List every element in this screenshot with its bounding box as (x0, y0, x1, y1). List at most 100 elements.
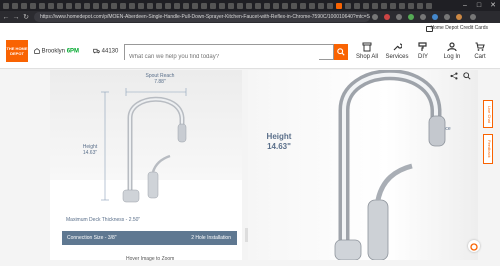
spout-reach-dimension: Spout Reach 7.88" (140, 73, 180, 85)
extension-icon[interactable] (396, 14, 402, 20)
tab-favicon[interactable] (111, 2, 117, 9)
tab-favicon[interactable] (21, 2, 27, 9)
credit-cards-link[interactable]: Home Depot Credit Cards (430, 25, 488, 31)
menu-icon[interactable] (470, 14, 476, 20)
extension-icon[interactable] (420, 14, 426, 20)
tab-favicon[interactable] (192, 2, 198, 9)
extension-icon[interactable] (372, 14, 378, 20)
shop-all-icon (362, 42, 372, 52)
nav-shop-all[interactable]: Shop All (352, 42, 382, 60)
tab-favicon[interactable] (237, 2, 243, 9)
tab-favicon[interactable] (417, 2, 423, 9)
tab-favicon[interactable] (282, 2, 288, 9)
search-box (124, 44, 334, 63)
share-icon[interactable] (450, 72, 458, 80)
tab-favicon[interactable] (129, 2, 135, 9)
tab-favicon[interactable] (120, 2, 126, 9)
tab-favicon[interactable] (201, 2, 207, 9)
tab-favicon[interactable] (183, 2, 189, 9)
tab-favicon[interactable] (75, 2, 81, 9)
help-button[interactable] (468, 240, 480, 252)
live-chat-tab[interactable]: Live Chat (483, 100, 493, 128)
tab-favicon[interactable] (165, 2, 171, 9)
tab-favicon[interactable] (66, 2, 72, 9)
tab-favicon[interactable] (246, 2, 252, 9)
nav-label: DIY (417, 54, 428, 60)
tab-favicon[interactable] (39, 2, 45, 9)
tab-favicon[interactable] (273, 2, 279, 9)
tab-favicon[interactable] (138, 2, 144, 9)
tab-favicon[interactable] (219, 2, 225, 9)
home-depot-logo[interactable]: THE HOME DEPOT (6, 40, 28, 62)
zoom-hint: Hover Image to Zoom (126, 256, 175, 262)
tab-favicon[interactable] (147, 2, 153, 9)
tab-favicon[interactable] (399, 2, 405, 9)
tab-favicon[interactable] (345, 2, 351, 9)
tab-favicon[interactable] (3, 2, 9, 9)
spec-bar: Connection Size - 3/8" 2 Hole Installati… (62, 231, 237, 245)
tab-favicon[interactable] (174, 2, 180, 9)
tab-favicon[interactable] (390, 2, 396, 9)
tab-favicon[interactable] (12, 2, 18, 9)
tab-favicon[interactable] (408, 2, 414, 9)
utility-bar: Home Depot Credit Cards (0, 23, 500, 35)
nav-log-in[interactable]: Log In (437, 42, 467, 60)
tab-favicon[interactable] (210, 2, 216, 9)
tab-favicon[interactable] (84, 2, 90, 9)
main-product-image[interactable]: Height 14.63" ce (248, 70, 478, 260)
paint-roller-icon (418, 42, 427, 51)
forward-icon[interactable]: → (12, 14, 20, 21)
nav-label: Log In (443, 54, 461, 60)
search-input[interactable] (125, 51, 319, 63)
extension-icon[interactable] (408, 14, 414, 20)
tab-favicon[interactable] (426, 2, 432, 9)
tab-favicon[interactable] (381, 2, 387, 9)
store-selector[interactable]: Brooklyn 6PM (34, 48, 79, 55)
tab-favicon[interactable] (264, 2, 270, 9)
tab-favicon[interactable] (156, 2, 162, 9)
tab-favicon[interactable] (48, 2, 54, 9)
nav-diy[interactable]: DIY (408, 42, 438, 60)
height-value: 14.63" (82, 150, 98, 156)
address-bar[interactable]: https://www.homedepot.com/p/MOEN-Aberdee… (34, 12, 370, 22)
nav-label: Cart (474, 54, 486, 60)
extension-icon[interactable] (384, 14, 390, 20)
truck-icon (93, 48, 100, 54)
tab-favicon[interactable] (372, 2, 378, 9)
nav-label: Shop All (355, 54, 379, 60)
zoom-icon[interactable] (463, 72, 471, 80)
tab-favicon[interactable] (102, 2, 108, 9)
tab-favicon[interactable] (363, 2, 369, 9)
profile-icon[interactable] (456, 14, 462, 20)
tab-favicon[interactable] (318, 2, 324, 9)
store-name: Brooklyn (41, 48, 66, 55)
tab-favicon[interactable] (327, 2, 333, 9)
tab-favicon[interactable] (228, 2, 234, 9)
tab-favicon[interactable] (309, 2, 315, 9)
extension-icon[interactable] (444, 14, 450, 20)
tab-favicon[interactable] (57, 2, 63, 9)
tab-favicon[interactable] (291, 2, 297, 9)
tab-favicon[interactable] (30, 2, 36, 9)
tab-favicon[interactable] (300, 2, 306, 9)
extension-icon[interactable] (432, 14, 438, 20)
back-icon[interactable]: ← (2, 14, 10, 21)
height-label: Height (266, 132, 292, 141)
tab-favicon[interactable] (255, 2, 261, 9)
close-icon[interactable]: ✕ (486, 0, 500, 11)
image-scroll-handle[interactable] (245, 228, 248, 242)
tab-favicon[interactable] (354, 2, 360, 9)
delivery-zip[interactable]: 44130 (93, 48, 118, 55)
active-tab-favicon[interactable] (336, 2, 342, 9)
nav-cart[interactable]: Cart (465, 42, 495, 60)
spec-diagram-image[interactable]: Spout Reach 7.88" Height 14.63" Maximum … (50, 70, 242, 260)
nav-label: Services (385, 54, 409, 60)
minimize-icon[interactable]: – (458, 0, 472, 11)
feedback-tab[interactable]: Feedback (483, 134, 493, 164)
chat-bubble-icon (470, 243, 478, 251)
tab-favicon[interactable] (93, 2, 99, 9)
store-icon (34, 48, 40, 54)
maximize-icon[interactable]: □ (472, 0, 486, 11)
reload-icon[interactable]: ↻ (22, 13, 30, 21)
search-button[interactable] (334, 44, 348, 60)
